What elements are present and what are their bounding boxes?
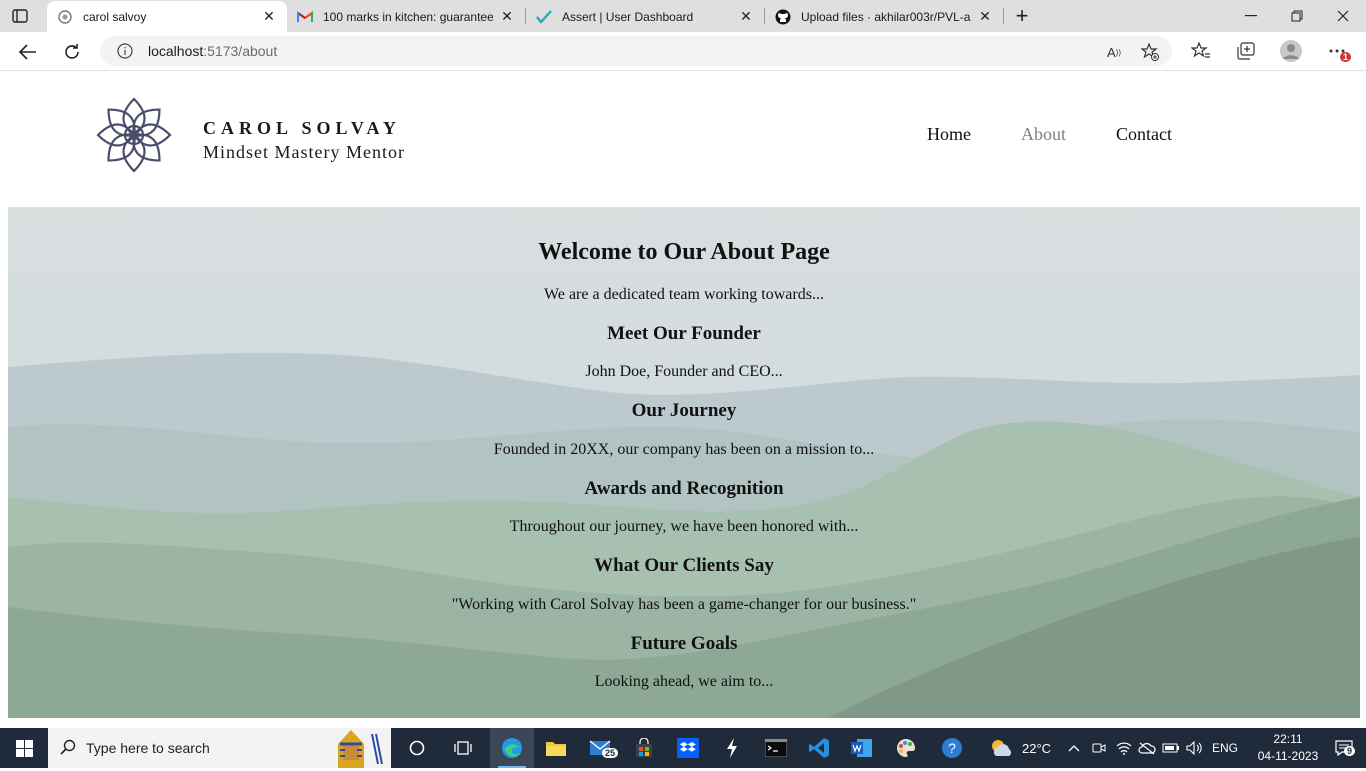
read-aloud-icon[interactable]: A)) — [1104, 42, 1124, 62]
tab-actions-icon[interactable] — [10, 7, 30, 25]
search-highlight-pharaoh-icon — [326, 728, 388, 771]
tab-title: carol salvoy — [83, 9, 147, 24]
tab-gmail[interactable]: 100 marks in kitchen: guaranteed ✕ — [287, 1, 525, 32]
volume-icon[interactable] — [1186, 728, 1204, 768]
tab-title: Upload files · akhilar003r/PVL-ass — [801, 9, 971, 24]
edge-browser-icon[interactable] — [490, 728, 534, 768]
browser-tab-strip: carol salvoy ✕ 100 marks in kitchen: gua… — [0, 0, 1366, 32]
svg-text:?: ? — [948, 740, 956, 756]
microsoft-store-icon[interactable] — [622, 728, 666, 768]
close-tab-icon[interactable]: ✕ — [738, 8, 754, 25]
gmail-icon — [297, 9, 313, 25]
close-window-icon[interactable] — [1320, 0, 1366, 32]
close-tab-icon[interactable]: ✕ — [499, 8, 515, 25]
tab-title: 100 marks in kitchen: guaranteed — [323, 9, 493, 24]
url-path: :5173/about — [203, 43, 278, 59]
page: CAROL SOLVAY Mindset Mastery Mentor Home… — [0, 71, 1366, 728]
about-intro: We are a dedicated team working towards.… — [544, 286, 824, 303]
dropbox-icon[interactable] — [666, 728, 710, 768]
bolt-app-icon[interactable] — [710, 728, 754, 768]
weather-icon[interactable] — [980, 728, 1024, 768]
brand-tagline: Mindset Mastery Mentor — [203, 142, 405, 162]
lotus-logo-icon[interactable] — [96, 97, 172, 173]
tab-divider — [1003, 8, 1004, 24]
mail-badge: 25 — [602, 748, 619, 758]
address-bar[interactable]: localhost:5173/about A)) — [100, 36, 1172, 66]
section-heading: Future Goals — [630, 633, 738, 654]
vs-code-icon[interactable] — [797, 728, 841, 768]
notification-badge: 1 — [1340, 52, 1352, 62]
section-heading: Meet Our Founder — [607, 323, 761, 344]
weather-temperature[interactable]: 22°C — [1022, 728, 1051, 768]
section-text: John Doe, Founder and CEO... — [585, 363, 783, 380]
nav-home-link[interactable]: Home — [927, 124, 971, 145]
brand-name: CAROL SOLVAY — [203, 118, 401, 138]
collections-icon[interactable] — [1235, 40, 1257, 62]
github-icon — [775, 9, 791, 25]
help-icon[interactable]: ? — [930, 728, 974, 768]
section-text: Looking ahead, we aim to... — [594, 673, 774, 690]
section-heading: Awards and Recognition — [584, 478, 784, 499]
search-icon — [60, 739, 76, 758]
tab-github-upload[interactable]: Upload files · akhilar003r/PVL-ass ✕ — [765, 1, 1003, 32]
section-heading: Our Journey — [631, 400, 737, 421]
cloud-sync-icon[interactable] — [1138, 728, 1156, 768]
section-heading: What Our Clients Say — [594, 555, 774, 576]
nav-about-link[interactable]: About — [1021, 124, 1066, 145]
minimize-icon[interactable] — [1228, 0, 1274, 32]
new-tab-icon[interactable]: + — [1010, 3, 1034, 28]
restore-icon[interactable] — [1274, 0, 1320, 32]
word-icon[interactable] — [840, 728, 884, 768]
file-explorer-icon[interactable] — [534, 728, 578, 768]
about-hero-section: Welcome to Our About Page We are a dedic… — [8, 207, 1360, 718]
tab-title: Assert | User Dashboard — [562, 9, 694, 24]
browser-toolbar: localhost:5173/about A)) 1 — [0, 32, 1366, 71]
tab-assert-dashboard[interactable]: Assert | User Dashboard ✕ — [526, 1, 764, 32]
notification-count-badge: 9 — [1344, 746, 1356, 756]
section-text: "Working with Carol Solvay has been a ga… — [451, 596, 917, 613]
add-favorite-icon[interactable] — [1140, 42, 1160, 62]
site-favicon-icon — [57, 9, 73, 25]
mail-icon[interactable]: 25 — [578, 728, 622, 768]
favorites-icon[interactable] — [1190, 40, 1212, 62]
taskbar-search-box[interactable]: Type here to search — [48, 728, 391, 768]
notification-center-icon[interactable]: 9 — [1322, 728, 1366, 768]
about-title: Welcome to Our About Page — [538, 239, 830, 265]
tab-carol-salvoy[interactable]: carol salvoy ✕ — [47, 1, 287, 32]
system-clock[interactable]: 22:11 04-11-2023 — [1255, 731, 1321, 765]
profile-avatar-icon[interactable] — [1280, 40, 1302, 62]
windows-start-icon[interactable] — [0, 728, 48, 768]
show-hidden-icons-icon[interactable] — [1068, 728, 1080, 768]
section-text: Founded in 20XX, our company has been on… — [493, 441, 875, 458]
checkmark-favicon-icon — [536, 9, 552, 25]
windows-taskbar: Type here to search 25 ? 22°C ENG 22:11 … — [0, 728, 1366, 768]
close-tab-icon[interactable]: ✕ — [261, 8, 277, 25]
close-tab-icon[interactable]: ✕ — [977, 8, 993, 25]
clock-date: 04-11-2023 — [1257, 749, 1319, 763]
clock-time: 22:11 — [1273, 732, 1303, 746]
nav-contact-link[interactable]: Contact — [1116, 124, 1172, 145]
section-text: Throughout our journey, we have been hon… — [509, 518, 859, 535]
paint-icon[interactable] — [884, 728, 928, 768]
back-arrow-icon[interactable] — [12, 36, 44, 68]
language-indicator[interactable]: ENG — [1212, 728, 1238, 768]
wifi-icon[interactable] — [1116, 728, 1132, 768]
battery-icon[interactable] — [1162, 728, 1180, 768]
site-info-icon[interactable] — [117, 43, 133, 59]
search-placeholder: Type here to search — [86, 740, 210, 756]
url-host: localhost — [148, 43, 204, 59]
meet-now-icon[interactable] — [1092, 728, 1106, 768]
refresh-icon[interactable] — [56, 36, 88, 68]
cortana-icon[interactable] — [395, 728, 439, 768]
terminal-icon[interactable] — [754, 728, 798, 768]
task-view-icon[interactable] — [441, 728, 485, 768]
